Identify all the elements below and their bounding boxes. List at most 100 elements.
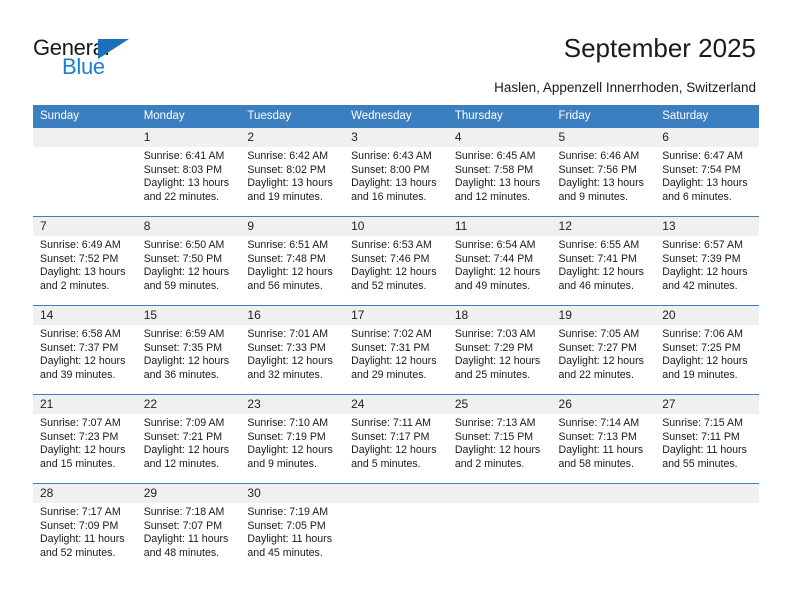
page-header: General Blue September 2025 Haslen, Appe…	[0, 0, 792, 104]
calendar-day-cell[interactable]: 2 Sunrise: 6:42 AM Sunset: 8:02 PM Daylight…	[240, 127, 345, 217]
calendar-day-cell[interactable]: 23 Sunrise: 7:10 AM Sunset: 7:19 PM Dayligh…	[240, 394, 345, 484]
day-cell-inner: 2 Sunrise: 6:42 AM Sunset: 8:02 PM Daylight…	[240, 128, 345, 216]
calendar-day-cell[interactable]: 1 Sunrise: 6:41 AM Sunset: 8:03 PM Daylight…	[136, 127, 241, 217]
day-number	[655, 484, 759, 503]
sunrise-text: Sunrise: 6:50 AM	[143, 239, 225, 251]
daylight-text: Daylight: 12 hours and 29 minutes.	[351, 355, 437, 381]
calendar-day-cell[interactable]: 5 Sunrise: 6:46 AM Sunset: 7:56 PM Daylight…	[551, 127, 656, 217]
calendar-day-cell[interactable]: 28 Sunrise: 7:17 AM Sunset: 7:09 PM Dayligh…	[33, 483, 137, 576]
calendar-day-cell[interactable]: 7 Sunrise: 6:49 AM Sunset: 7:52 PM Daylight…	[33, 216, 137, 306]
calendar-day-cell[interactable]: 4 Sunrise: 6:45 AM Sunset: 7:58 PM Daylight…	[447, 127, 552, 217]
calendar-day-cell[interactable]: 17 Sunrise: 7:02 AM Sunset: 7:31 PM Dayligh…	[344, 305, 448, 395]
calendar-day-cell[interactable]: 24 Sunrise: 7:11 AM Sunset: 7:17 PM Dayligh…	[344, 394, 448, 484]
day-details: Sunrise: 6:45 AM Sunset: 7:58 PM Daylight:…	[448, 147, 552, 204]
day-number: 20	[655, 306, 759, 325]
sunrise-text: Sunrise: 6:54 AM	[454, 239, 536, 251]
day-number: 19	[551, 306, 656, 325]
daylight-text: Daylight: 12 hours and 59 minutes.	[143, 266, 230, 292]
sunrise-text: Sunrise: 7:07 AM	[40, 417, 121, 429]
day-details: Sunrise: 6:50 AM Sunset: 7:50 PM Daylight:…	[137, 236, 241, 293]
day-cell-inner: 29 Sunrise: 7:18 AM Sunset: 7:07 PM Dayligh…	[136, 484, 241, 576]
daylight-text: Daylight: 12 hours and 25 minutes.	[454, 355, 541, 381]
calendar-day-cell[interactable]: 25 Sunrise: 7:13 AM Sunset: 7:15 PM Dayligh…	[447, 394, 552, 484]
day-number: 24	[344, 395, 448, 414]
day-details: Sunrise: 7:07 AM Sunset: 7:23 PM Daylight:…	[33, 414, 137, 471]
sunset-text: Sunset: 7:33 PM	[247, 341, 326, 354]
calendar-cell-empty	[551, 483, 656, 576]
day-cell-inner: 27 Sunrise: 7:15 AM Sunset: 7:11 PM Dayligh…	[655, 395, 759, 483]
sunrise-text: Sunrise: 7:01 AM	[247, 328, 329, 340]
calendar-day-cell[interactable]: 30 Sunrise: 7:19 AM Sunset: 7:05 PM Dayligh…	[240, 483, 345, 576]
daylight-text: Daylight: 13 hours and 19 minutes.	[247, 177, 333, 203]
day-number: 5	[551, 128, 656, 147]
calendar-day-cell[interactable]: 14 Sunrise: 6:58 AM Sunset: 7:37 PM Dayligh…	[33, 305, 137, 395]
day-cell-inner: 6 Sunrise: 6:47 AM Sunset: 7:54 PM Daylight…	[655, 128, 759, 216]
calendar-day-cell[interactable]: 21 Sunrise: 7:07 AM Sunset: 7:23 PM Dayligh…	[33, 394, 137, 484]
day-number: 6	[655, 128, 759, 147]
sunset-text: Sunset: 7:21 PM	[143, 430, 223, 443]
day-details: Sunrise: 6:54 AM Sunset: 7:44 PM Daylight:…	[448, 236, 552, 293]
calendar-week-row: 1 Sunrise: 6:41 AM Sunset: 8:03 PM Daylight…	[33, 127, 759, 217]
sunrise-text: Sunrise: 7:15 AM	[662, 417, 743, 429]
calendar-day-cell[interactable]: 13 Sunrise: 6:57 AM Sunset: 7:39 PM Dayligh…	[655, 216, 759, 306]
sunrise-text: Sunrise: 7:03 AM	[454, 328, 536, 340]
day-cell-inner: 5 Sunrise: 6:46 AM Sunset: 7:56 PM Daylight…	[551, 128, 656, 216]
sunrise-text: Sunrise: 7:06 AM	[662, 328, 743, 340]
sunset-text: Sunset: 7:07 PM	[143, 519, 223, 532]
calendar-day-cell[interactable]: 8 Sunrise: 6:50 AM Sunset: 7:50 PM Daylight…	[136, 216, 241, 306]
day-number: 28	[33, 484, 137, 503]
calendar-week-row: 28 Sunrise: 7:17 AM Sunset: 7:09 PM Dayligh…	[33, 483, 759, 576]
calendar-day-cell[interactable]: 20 Sunrise: 7:06 AM Sunset: 7:25 PM Dayligh…	[655, 305, 759, 395]
day-details: Sunrise: 7:03 AM Sunset: 7:29 PM Daylight:…	[448, 325, 552, 382]
sunrise-text: Sunrise: 7:14 AM	[558, 417, 640, 429]
day-number	[551, 484, 656, 503]
calendar-day-cell[interactable]: 11 Sunrise: 6:54 AM Sunset: 7:44 PM Dayligh…	[447, 216, 552, 306]
sunrise-text: Sunrise: 6:57 AM	[662, 239, 743, 251]
calendar-day-cell[interactable]: 12 Sunrise: 6:55 AM Sunset: 7:41 PM Dayligh…	[551, 216, 656, 306]
calendar-day-cell[interactable]: 9 Sunrise: 6:51 AM Sunset: 7:48 PM Daylight…	[240, 216, 345, 306]
daylight-text: Daylight: 13 hours and 22 minutes.	[143, 177, 230, 203]
calendar-day-cell[interactable]: 18 Sunrise: 7:03 AM Sunset: 7:29 PM Dayligh…	[447, 305, 552, 395]
calendar-day-cell[interactable]: 27 Sunrise: 7:15 AM Sunset: 7:11 PM Dayligh…	[655, 394, 759, 484]
sunrise-text: Sunrise: 7:10 AM	[247, 417, 329, 429]
day-details: Sunrise: 7:09 AM Sunset: 7:21 PM Daylight:…	[137, 414, 241, 471]
day-details: Sunrise: 6:46 AM Sunset: 7:56 PM Daylight:…	[552, 147, 656, 204]
day-cell-inner	[33, 128, 137, 216]
day-details: Sunrise: 6:53 AM Sunset: 7:46 PM Daylight:…	[344, 236, 448, 293]
calendar-cell-empty	[447, 483, 552, 576]
day-number: 17	[344, 306, 448, 325]
daylight-text: Daylight: 12 hours and 49 minutes.	[454, 266, 541, 292]
calendar-day-cell[interactable]: 10 Sunrise: 6:53 AM Sunset: 7:46 PM Dayligh…	[344, 216, 448, 306]
day-cell-inner: 21 Sunrise: 7:07 AM Sunset: 7:23 PM Dayligh…	[33, 395, 137, 483]
day-details: Sunrise: 6:57 AM Sunset: 7:39 PM Daylight:…	[655, 236, 759, 293]
sunset-text: Sunset: 7:46 PM	[351, 252, 430, 265]
day-number	[344, 484, 448, 503]
day-number: 13	[655, 217, 759, 236]
day-details: Sunrise: 6:55 AM Sunset: 7:41 PM Daylight:…	[552, 236, 656, 293]
weekday-header-saturday: Saturday	[655, 105, 759, 128]
calendar-day-cell[interactable]: 29 Sunrise: 7:18 AM Sunset: 7:07 PM Dayligh…	[136, 483, 241, 576]
calendar-day-cell[interactable]: 16 Sunrise: 7:01 AM Sunset: 7:33 PM Dayligh…	[240, 305, 345, 395]
sunrise-text: Sunrise: 6:47 AM	[662, 150, 743, 162]
calendar-cell-empty	[344, 483, 448, 576]
daylight-text: Daylight: 12 hours and 12 minutes.	[143, 444, 230, 470]
sunset-text: Sunset: 8:03 PM	[143, 163, 223, 176]
calendar-day-cell[interactable]: 6 Sunrise: 6:47 AM Sunset: 7:54 PM Daylight…	[655, 127, 759, 217]
logo[interactable]: General Blue	[33, 35, 223, 85]
calendar-day-cell[interactable]: 3 Sunrise: 6:43 AM Sunset: 8:00 PM Daylight…	[344, 127, 448, 217]
day-number: 21	[33, 395, 137, 414]
day-cell-inner: 25 Sunrise: 7:13 AM Sunset: 7:15 PM Dayligh…	[447, 395, 552, 483]
sunset-text: Sunset: 7:52 PM	[40, 252, 119, 265]
sunrise-text: Sunrise: 7:19 AM	[247, 506, 329, 518]
calendar-day-cell[interactable]: 15 Sunrise: 6:59 AM Sunset: 7:35 PM Dayligh…	[136, 305, 241, 395]
calendar-day-cell[interactable]: 22 Sunrise: 7:09 AM Sunset: 7:21 PM Dayligh…	[136, 394, 241, 484]
calendar-day-cell[interactable]: 26 Sunrise: 7:14 AM Sunset: 7:13 PM Dayligh…	[551, 394, 656, 484]
daylight-text: Daylight: 12 hours and 42 minutes.	[662, 266, 748, 292]
sunset-text: Sunset: 7:56 PM	[558, 163, 637, 176]
daylight-text: Daylight: 11 hours and 48 minutes.	[143, 533, 229, 559]
calendar-day-cell[interactable]: 19 Sunrise: 7:05 AM Sunset: 7:27 PM Dayligh…	[551, 305, 656, 395]
day-cell-inner: 18 Sunrise: 7:03 AM Sunset: 7:29 PM Dayligh…	[447, 306, 552, 394]
day-details: Sunrise: 7:02 AM Sunset: 7:31 PM Daylight:…	[344, 325, 448, 382]
sunrise-text: Sunrise: 6:41 AM	[143, 150, 225, 162]
day-details: Sunrise: 7:15 AM Sunset: 7:11 PM Daylight:…	[655, 414, 759, 471]
